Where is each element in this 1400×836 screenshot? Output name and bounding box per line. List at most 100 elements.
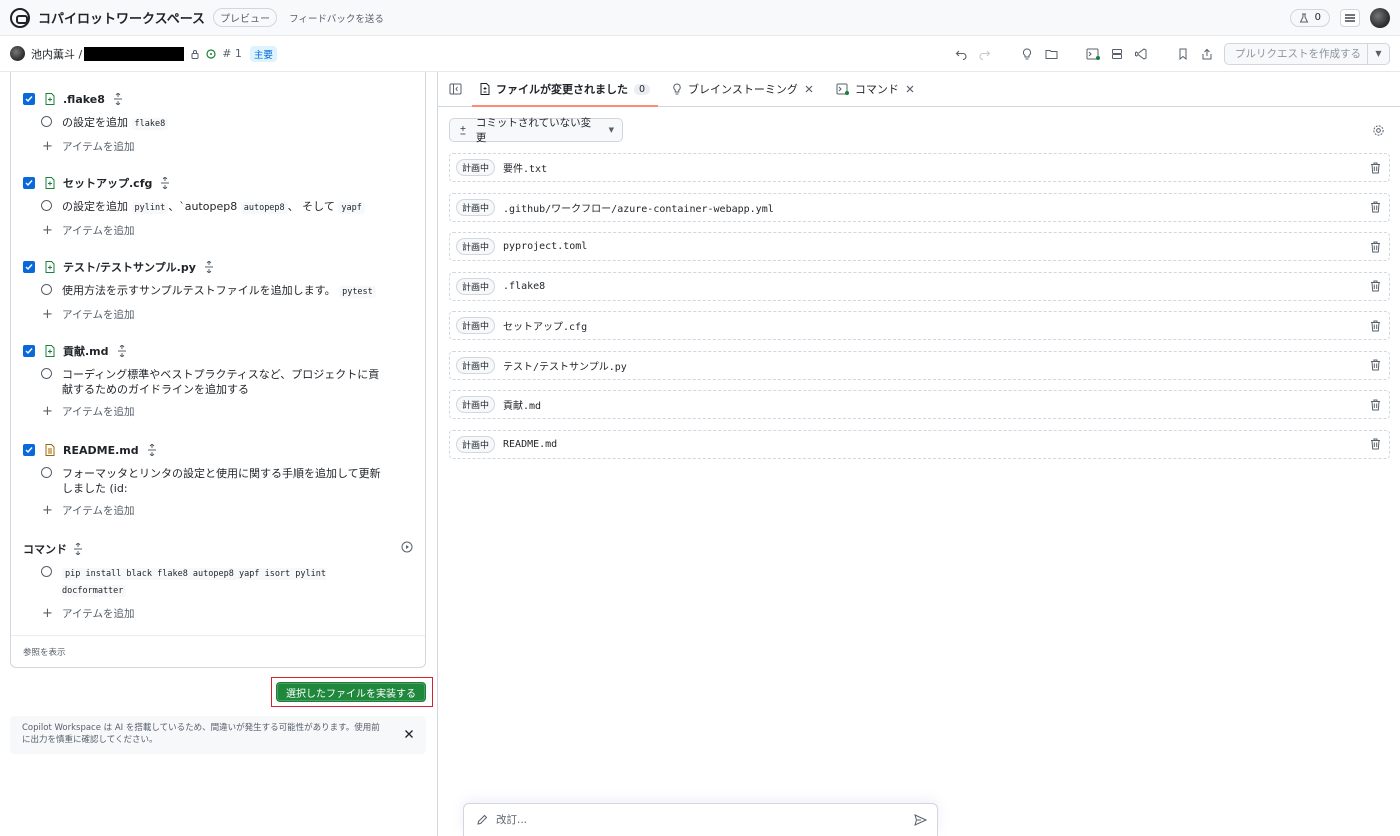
implement-selected-files-button[interactable]: 選択したファイルを実装する	[276, 682, 426, 702]
branch-badge: 主要	[249, 45, 277, 62]
trash-icon[interactable]	[1370, 201, 1381, 213]
item-radio[interactable]	[41, 566, 52, 577]
trash-icon[interactable]	[1370, 320, 1381, 332]
terminal-icon[interactable]	[1086, 47, 1100, 61]
inline-code: flake8	[131, 118, 169, 130]
inline-code: pytest	[339, 286, 376, 298]
redo-icon[interactable]	[978, 47, 992, 61]
changed-file-name: README.md	[503, 438, 558, 450]
send-icon[interactable]	[914, 814, 927, 826]
inline-code: yapf	[338, 202, 365, 214]
tab-files-changed[interactable]: ファイルが変更されました 0	[472, 72, 659, 107]
tab-brainstorming[interactable]: ブレインストーミング	[664, 72, 822, 106]
item-radio[interactable]	[41, 467, 52, 478]
add-item-button[interactable]: + アイテムを追加	[23, 223, 413, 238]
file-added-icon	[45, 93, 55, 105]
repo-owner[interactable]: 池内薫斗 /	[31, 46, 82, 62]
trash-icon[interactable]	[1370, 280, 1381, 292]
panel-divider[interactable]	[437, 72, 438, 836]
plan-file-name[interactable]: .flake8	[63, 93, 105, 106]
preview-badge: プレビュー	[213, 8, 278, 27]
file-checkbox[interactable]	[23, 261, 35, 273]
item-radio[interactable]	[41, 116, 52, 127]
revision-input[interactable]	[496, 814, 914, 826]
add-item-label: アイテムを追加	[62, 225, 135, 237]
tab-commands[interactable]: コマンド	[828, 72, 923, 106]
ai-disclaimer-text: Copilot Workspace は AI を搭載しているため、間違いが発生す…	[22, 723, 380, 745]
hamburger-icon	[1345, 13, 1355, 22]
status-badge: 計画中	[456, 317, 496, 334]
issue-number[interactable]: # 1	[222, 47, 242, 60]
diff-icon	[460, 126, 466, 135]
owner-avatar	[10, 46, 25, 61]
add-item-button[interactable]: + アイテムを追加	[23, 139, 413, 154]
vscode-icon[interactable]	[1134, 47, 1148, 61]
add-item-label: アイテムを追加	[62, 309, 135, 321]
copilot-logo-icon[interactable]	[10, 7, 30, 28]
add-item-button[interactable]: + アイテムを追加	[23, 606, 413, 621]
lightbulb-icon	[673, 83, 681, 95]
status-badge: 計画中	[456, 356, 496, 374]
undo-icon[interactable]	[954, 47, 968, 61]
lightbulb-icon[interactable]	[1020, 47, 1034, 61]
close-icon[interactable]	[404, 729, 414, 739]
notifications-counter[interactable]: 0	[1289, 8, 1330, 27]
close-icon[interactable]	[905, 84, 915, 94]
changed-file-row[interactable]: 計画中 pyproject.toml	[449, 232, 1390, 261]
drag-handle-icon[interactable]	[147, 444, 157, 456]
status-badge: 計画中	[456, 198, 496, 216]
item-radio[interactable]	[41, 200, 52, 211]
plan-panel: .flake8 の設定を追加 flake8 + アイテムを追加 セットアップ.c…	[10, 72, 426, 668]
run-command-icon[interactable]	[401, 541, 413, 553]
file-checkbox[interactable]	[23, 177, 35, 189]
status-badge: 計画中	[456, 435, 496, 453]
drag-handle-icon[interactable]	[160, 177, 170, 189]
trash-icon[interactable]	[1370, 241, 1381, 253]
plan-file-name[interactable]: セットアップ.cfg	[63, 175, 152, 191]
ai-disclaimer: Copilot Workspace は AI を搭載しているため、間違いが発生す…	[10, 716, 426, 754]
menu-button[interactable]	[1340, 8, 1360, 27]
plan-file-name[interactable]: テスト/テストサンプル.py	[63, 259, 196, 275]
add-item-button[interactable]: + アイテムを追加	[23, 307, 413, 322]
file-checkbox[interactable]	[23, 444, 35, 456]
item-radio[interactable]	[41, 368, 52, 379]
drag-handle-icon[interactable]	[117, 345, 127, 357]
terminal-icon	[836, 83, 849, 95]
feedback-link[interactable]: フィードバックを送る	[289, 11, 384, 25]
changed-file-row[interactable]: 計画中 README.md	[449, 429, 1390, 459]
changed-file-row[interactable]: 計画中 セットアップ.cfg	[449, 311, 1390, 340]
create-pr-button[interactable]: プルリクエストを作成する ▼	[1224, 42, 1390, 65]
trash-icon[interactable]	[1370, 359, 1381, 371]
user-avatar[interactable]	[1370, 7, 1390, 28]
file-checkbox[interactable]	[23, 93, 35, 105]
trash-icon[interactable]	[1370, 438, 1381, 450]
server-icon[interactable]	[1110, 47, 1124, 61]
chevron-down-icon[interactable]: ▼	[1367, 43, 1389, 64]
close-icon[interactable]	[804, 84, 814, 94]
plus-icon: +	[42, 222, 53, 238]
add-item-button[interactable]: + アイテムを追加	[23, 503, 413, 518]
folder-icon[interactable]	[1044, 47, 1058, 61]
changed-file-row[interactable]: 計画中 .github/ワークフロー/azure-container-webapp…	[449, 192, 1390, 222]
changed-file-row[interactable]: 計画中 .flake8	[449, 271, 1390, 301]
changed-file-row[interactable]: 計画中 要件.txt	[449, 153, 1390, 182]
trash-icon[interactable]	[1370, 162, 1381, 174]
item-radio[interactable]	[41, 284, 52, 295]
bookmark-icon[interactable]	[1176, 47, 1190, 61]
file-checkbox[interactable]	[23, 345, 35, 357]
drag-handle-icon[interactable]	[113, 93, 123, 105]
plan-file-name[interactable]: README.md	[63, 444, 139, 457]
add-item-button[interactable]: + アイテムを追加	[23, 404, 413, 419]
uncommitted-changes-dropdown[interactable]: コミットされていない変更 ▼	[449, 117, 623, 144]
plan-file-name[interactable]: 貢献.md	[63, 343, 109, 359]
changed-file-row[interactable]: 計画中 貢献.md	[449, 390, 1390, 419]
gear-icon[interactable]	[1372, 124, 1385, 137]
sidebar-toggle[interactable]	[438, 72, 472, 106]
trash-icon[interactable]	[1370, 399, 1381, 411]
share-icon[interactable]	[1200, 47, 1214, 61]
show-references-link[interactable]: 参照を表示	[11, 635, 425, 667]
item-text: フォーマッタとリンタの設定と使用に関する手順を追加して更新しました (id:	[62, 467, 381, 495]
drag-handle-icon[interactable]	[204, 261, 214, 273]
drag-handle-icon[interactable]	[73, 543, 83, 555]
changed-file-row[interactable]: 計画中 テスト/テストサンプル.py	[449, 350, 1390, 380]
